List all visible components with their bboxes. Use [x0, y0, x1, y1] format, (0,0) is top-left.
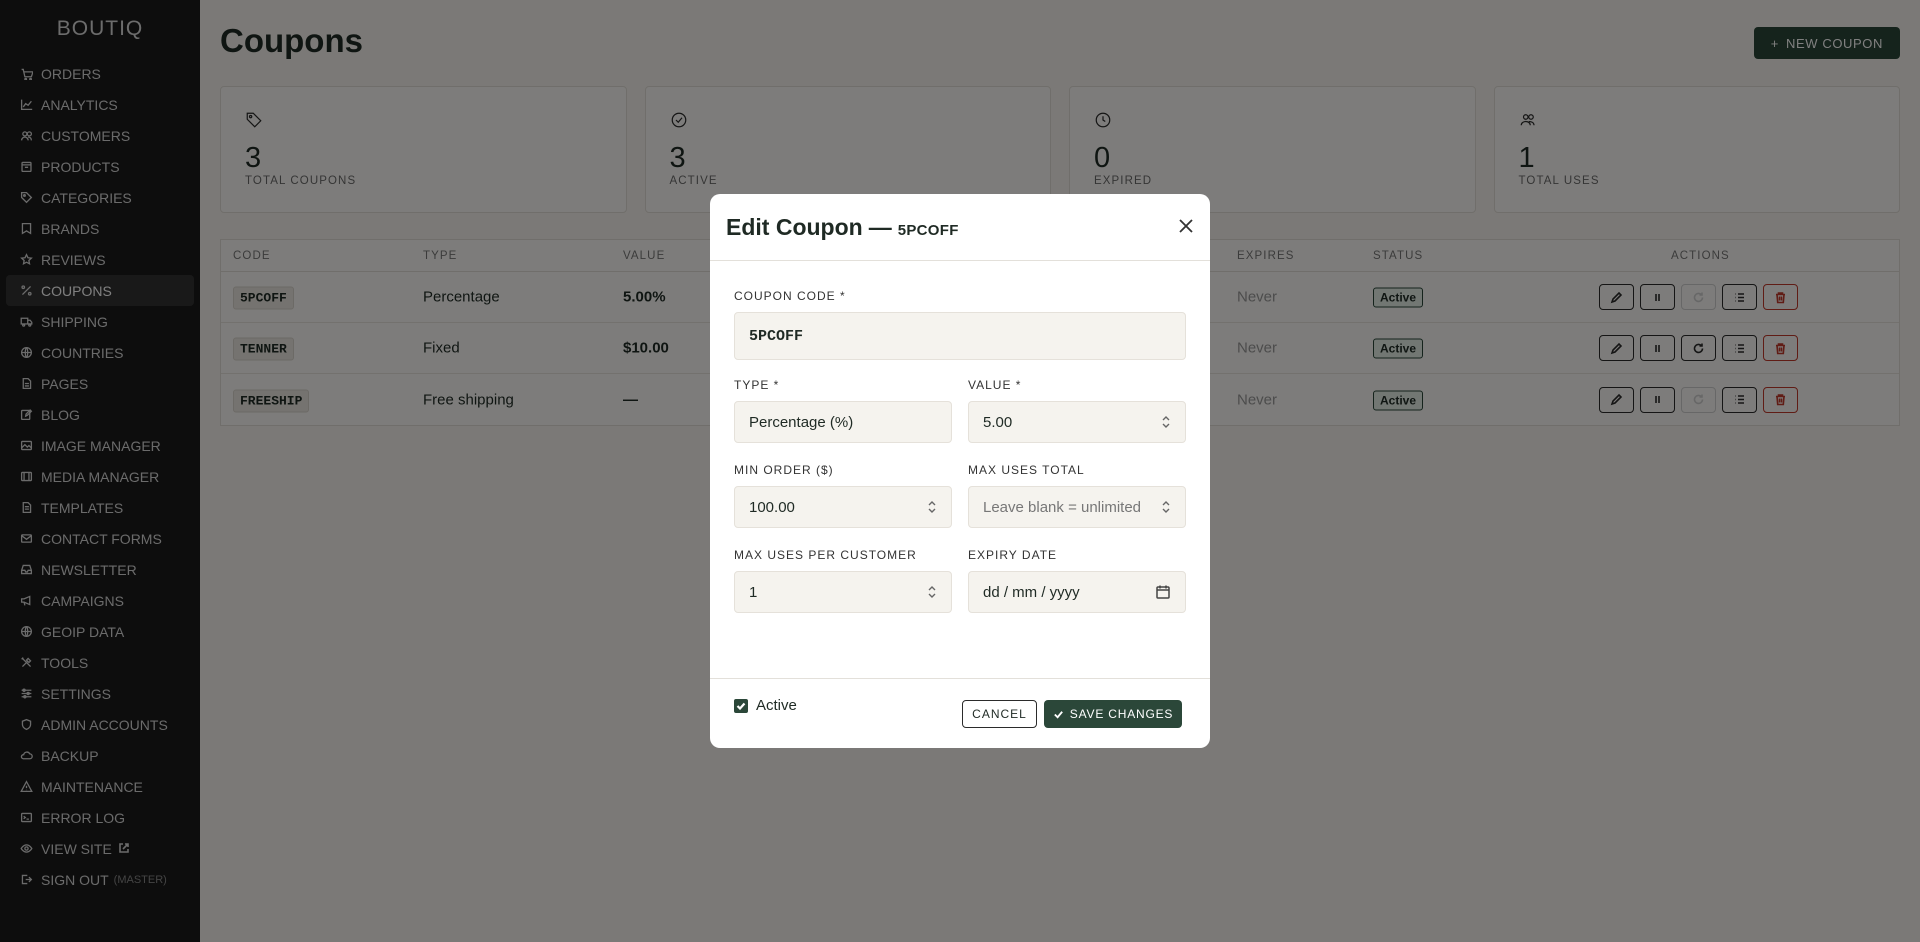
- check-icon: [1053, 710, 1063, 719]
- modal-title: Edit Coupon — 5PCOFF: [726, 214, 959, 241]
- max-uses-placeholder: Leave blank = unlimited: [983, 498, 1142, 516]
- value-field: VALUE * 5.00: [968, 378, 1186, 443]
- min-order-input[interactable]: 100.00: [734, 486, 952, 528]
- max-uses-input[interactable]: Leave blank = unlimited: [968, 486, 1186, 528]
- max-per-customer-field: MAX USES PER CUSTOMER 1: [734, 548, 952, 613]
- spinner-icon[interactable]: [1161, 499, 1171, 515]
- spinner-icon[interactable]: [1161, 414, 1171, 430]
- coupon-code-field: COUPON CODE * 5PCOFF: [734, 289, 1186, 360]
- spinner-icon[interactable]: [927, 499, 937, 515]
- type-label: TYPE *: [734, 378, 780, 392]
- modal-title-text: Edit Coupon: [726, 213, 863, 240]
- max-uses-label: MAX USES TOTAL: [968, 463, 1085, 477]
- expiry-date-placeholder: dd / mm / yyyy: [983, 583, 1080, 601]
- cancel-button[interactable]: CANCEL: [962, 700, 1037, 728]
- min-order-label: MIN ORDER ($): [734, 463, 834, 477]
- type-field: TYPE * Percentage (%): [734, 378, 952, 443]
- expiry-date-field: EXPIRY DATE dd / mm / yyyy: [968, 548, 1186, 613]
- expiry-date-input[interactable]: dd / mm / yyyy: [968, 571, 1186, 613]
- min-order-input-text: 100.00: [749, 498, 795, 516]
- type-select[interactable]: Percentage (%): [734, 401, 952, 443]
- modal-footer: CANCEL SAVE CHANGES: [710, 678, 1210, 748]
- modal-title-separator: —: [868, 213, 892, 240]
- type-select-value: Percentage (%): [749, 413, 854, 431]
- save-changes-button[interactable]: SAVE CHANGES: [1044, 700, 1182, 728]
- expiry-date-label: EXPIRY DATE: [968, 548, 1058, 562]
- value-input[interactable]: 5.00: [968, 401, 1186, 443]
- min-order-field: MIN ORDER ($) 100.00: [734, 463, 952, 528]
- coupon-code-input[interactable]: 5PCOFF: [734, 312, 1186, 360]
- close-icon[interactable]: [1176, 216, 1196, 236]
- max-per-customer-input[interactable]: 1: [734, 571, 952, 613]
- max-per-customer-label: MAX USES PER CUSTOMER: [734, 548, 917, 562]
- max-uses-field: MAX USES TOTAL Leave blank = unlimited: [968, 463, 1186, 528]
- coupon-code-label: COUPON CODE *: [734, 289, 846, 303]
- max-per-customer-input-text: 1: [749, 583, 758, 601]
- modal-header: Edit Coupon — 5PCOFF: [710, 194, 1210, 261]
- value-label: VALUE *: [968, 378, 1022, 392]
- modal-title-code: 5PCOFF: [897, 221, 959, 239]
- edit-coupon-modal: Edit Coupon —5PCOFF COUPON CODE * 5PCOFF …: [710, 194, 1210, 748]
- spinner-icon[interactable]: [927, 584, 937, 600]
- calendar-icon[interactable]: [1155, 584, 1171, 600]
- save-changes-label: SAVE CHANGES: [1069, 707, 1174, 721]
- value-input-text: 5.00: [983, 413, 1013, 431]
